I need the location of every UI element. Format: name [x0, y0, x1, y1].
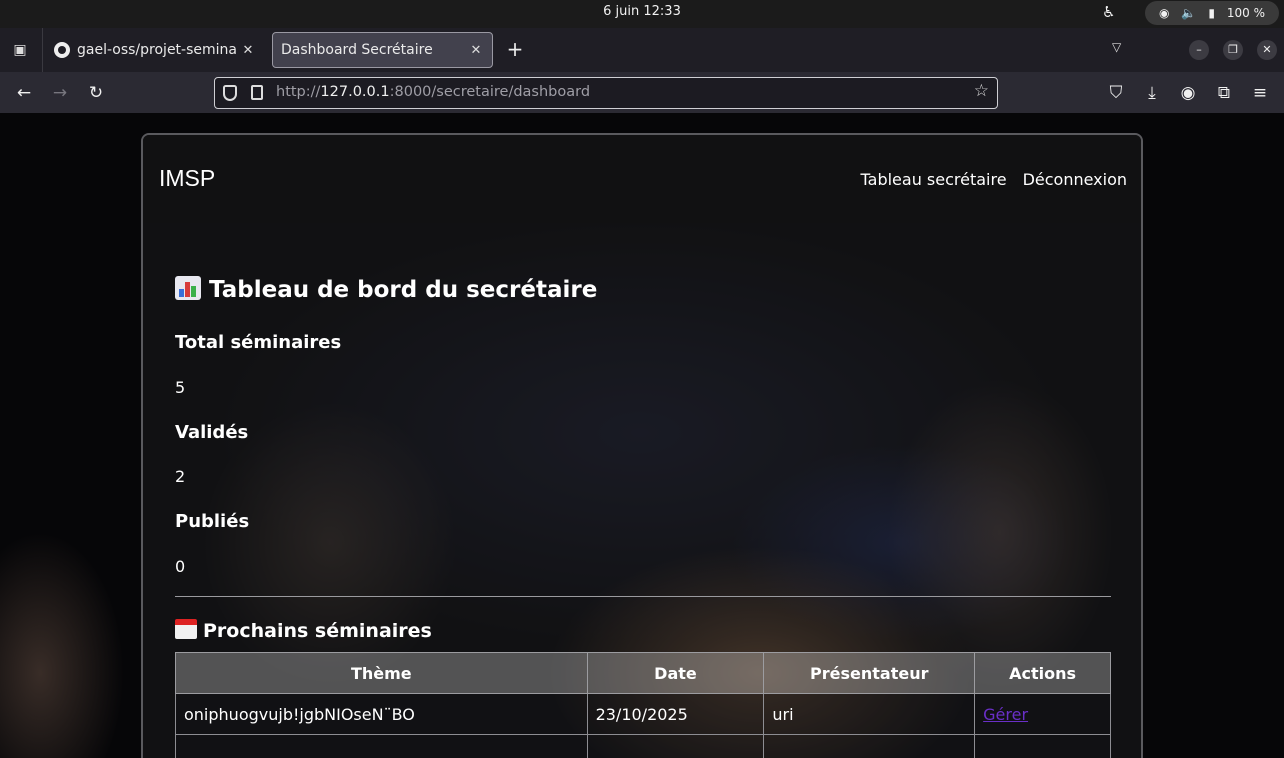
cell-presenter: uri [763, 693, 976, 735]
page-icon[interactable] [251, 85, 263, 100]
battery-icon: ▮ [1208, 6, 1215, 20]
tab-dashboard[interactable]: Dashboard Secrétaire ✕ [272, 32, 493, 68]
section-title-upcoming: Prochains séminaires [175, 619, 432, 642]
close-window-button[interactable]: ✕ [1257, 40, 1277, 60]
table-row [175, 734, 1111, 758]
battery-level: 100 % [1226, 6, 1265, 20]
forward-button[interactable]: → [48, 81, 72, 105]
stat-value-published: 0 [175, 557, 186, 576]
section-title-text: Prochains séminaires [203, 620, 432, 642]
tab-title: gael-oss/projet-seminaire [77, 42, 238, 58]
page-viewport: IMSP Tableau secrétaire Déconnexion Tabl… [0, 113, 1284, 758]
bar-chart-icon [175, 276, 201, 300]
back-button[interactable]: ← [12, 81, 36, 105]
dashboard-card: IMSP Tableau secrétaire Déconnexion Tabl… [141, 133, 1143, 758]
reload-button[interactable]: ↻ [84, 81, 108, 105]
system-status-menu[interactable]: ◉ 🔈 ▮ 100 % [1145, 1, 1279, 25]
calendar-icon [175, 619, 197, 639]
cell-actions: Gérer [974, 693, 1111, 735]
stat-label-total: Total séminaires [175, 332, 342, 353]
manage-link[interactable]: Gérer [983, 705, 1028, 724]
os-clock[interactable]: 6 juin 12:33 [0, 4, 1284, 19]
url-text[interactable]: http://127.0.0.1:8000/secretaire/dashboa… [276, 84, 590, 100]
column-header-date: Date [586, 652, 765, 694]
tab-list-icon[interactable]: ▣ [8, 38, 32, 62]
restore-button[interactable]: ❐ [1223, 40, 1243, 60]
seminars-table: Thème Date Présentateur Actions oniphuog… [175, 652, 1111, 758]
site-brand[interactable]: IMSP [159, 165, 215, 192]
new-tab-button[interactable]: + [503, 38, 527, 62]
column-header-presenter: Présentateur [763, 652, 976, 694]
url-path: :8000/secretaire/dashboard [389, 84, 591, 100]
minimize-button[interactable]: – [1189, 40, 1209, 60]
cell-date: 23/10/2025 [586, 693, 765, 735]
tab-title: Dashboard Secrétaire [281, 42, 433, 58]
wifi-icon: ◉ [1158, 6, 1170, 20]
tab-separator [42, 28, 43, 72]
stat-label-validated: Validés [175, 422, 249, 443]
site-nav: Tableau secrétaire Déconnexion [861, 170, 1127, 189]
navigation-bar: ← → ↻ http://127.0.0.1:8000/secretaire/d… [0, 72, 1284, 113]
downloads-icon[interactable]: ⤓ [1140, 81, 1164, 105]
page-title-text: Tableau de bord du secrétaire [209, 277, 598, 303]
stat-value-validated: 2 [175, 467, 186, 486]
url-scheme: http:// [276, 84, 321, 100]
nav-link-tableau-secretaire[interactable]: Tableau secrétaire [861, 170, 1007, 189]
close-icon[interactable]: ✕ [238, 43, 258, 58]
volume-icon: 🔈 [1181, 6, 1197, 20]
page-title: Tableau de bord du secrétaire [175, 276, 597, 303]
url-host: 127.0.0.1 [320, 84, 390, 100]
shield-icon[interactable] [223, 85, 237, 101]
column-header-theme: Thème [175, 652, 588, 694]
table-row: oniphuogvujb!jgbNIOseN¨BO 23/10/2025 uri… [175, 693, 1111, 735]
url-bar[interactable]: http://127.0.0.1:8000/secretaire/dashboa… [214, 77, 998, 109]
account-icon[interactable]: ◉ [1176, 81, 1200, 105]
nav-link-deconnexion[interactable]: Déconnexion [1023, 170, 1127, 189]
chevron-down-icon[interactable]: ▽ [1112, 40, 1121, 54]
pocket-icon[interactable]: ⛉ [1104, 81, 1128, 105]
column-header-actions: Actions [974, 652, 1111, 694]
tab-github[interactable]: gael-oss/projet-seminaire ✕ [48, 32, 264, 68]
extensions-icon[interactable]: ⧉ [1212, 81, 1236, 105]
close-icon[interactable]: ✕ [466, 43, 486, 58]
cell-theme: oniphuogvujb!jgbNIOseN¨BO [175, 693, 588, 735]
divider [175, 596, 1111, 597]
stat-label-published: Publiés [175, 511, 250, 532]
bookmark-star-icon[interactable]: ☆ [974, 81, 989, 101]
github-icon [54, 42, 70, 58]
os-top-bar: 6 juin 12:33 ♿ ◉ 🔈 ▮ 100 % [0, 0, 1284, 28]
accessibility-icon[interactable]: ♿ [1102, 3, 1115, 21]
menu-icon[interactable]: ≡ [1248, 81, 1272, 105]
site-header: IMSP Tableau secrétaire Déconnexion [143, 135, 1141, 223]
stat-value-total: 5 [175, 378, 186, 397]
tab-bar: ▣ gael-oss/projet-seminaire ✕ Dashboard … [0, 28, 1284, 72]
table-header-row: Thème Date Présentateur Actions [175, 652, 1111, 694]
